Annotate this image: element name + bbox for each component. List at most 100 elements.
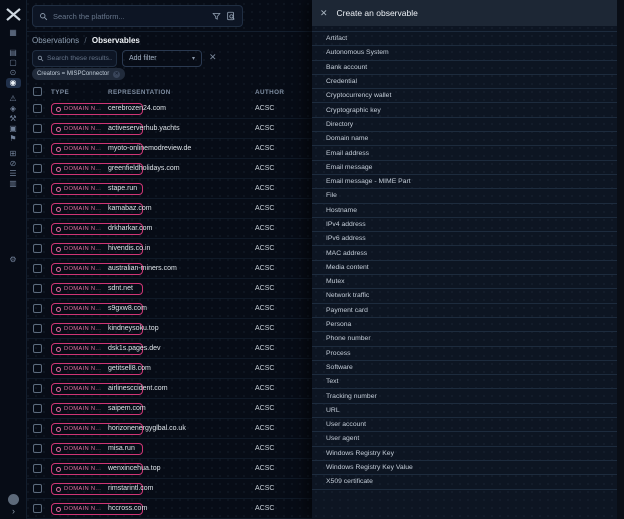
results-search-input[interactable] xyxy=(47,55,112,62)
observable-type-option[interactable]: Email message - MIME Part xyxy=(312,175,617,189)
sidebar-nav-item[interactable]: ◉ xyxy=(0,78,27,88)
table-row[interactable]: DOMAIN N... hccross.com ACSC xyxy=(27,499,312,519)
row-checkbox[interactable] xyxy=(33,344,42,353)
observable-type-option[interactable]: Process xyxy=(312,347,617,361)
row-checkbox[interactable] xyxy=(33,304,42,313)
global-search[interactable] xyxy=(32,5,243,27)
observable-type-option[interactable]: Cryptographic key xyxy=(312,103,617,117)
sidebar-nav-item[interactable]: ▦ xyxy=(0,28,27,38)
column-header-type[interactable]: TYPE xyxy=(51,86,69,99)
results-search[interactable] xyxy=(32,50,117,67)
observable-type-option[interactable]: URL xyxy=(312,404,617,418)
table-row[interactable]: DOMAIN N... dsk1s.pages.dev ACSC xyxy=(27,339,312,359)
observable-type-option[interactable]: Software xyxy=(312,361,617,375)
observable-type-option[interactable]: User account xyxy=(312,418,617,432)
observable-type-option[interactable]: Windows Registry Key xyxy=(312,447,617,461)
observable-type-option[interactable]: File xyxy=(312,189,617,203)
row-checkbox[interactable] xyxy=(33,124,42,133)
table-row[interactable]: DOMAIN N... saipem.com ACSC xyxy=(27,399,312,419)
sidebar-nav-item[interactable]: ▣ xyxy=(0,124,27,134)
observable-type-option[interactable]: Phone number xyxy=(312,332,617,346)
row-checkbox[interactable] xyxy=(33,164,42,173)
table-row[interactable]: DOMAIN N... s9gxw8.com ACSC xyxy=(27,299,312,319)
table-row[interactable]: DOMAIN N... activeserverhub.yachts ACSC xyxy=(27,119,312,139)
row-checkbox[interactable] xyxy=(33,184,42,193)
sidebar-nav-item[interactable]: ⊞ xyxy=(0,149,27,159)
filter-chip-close-icon[interactable]: ✕ xyxy=(113,71,120,78)
observable-type-option[interactable]: Domain name xyxy=(312,132,617,146)
observable-type-option[interactable]: Email message xyxy=(312,161,617,175)
observable-type-option[interactable]: Bank account xyxy=(312,61,617,75)
close-icon[interactable]: ✕ xyxy=(320,9,328,18)
row-checkbox[interactable] xyxy=(33,444,42,453)
sidebar-nav-item[interactable]: ▢ xyxy=(0,58,27,68)
table-row[interactable]: DOMAIN N... getitsell8.com ACSC xyxy=(27,359,312,379)
observable-type-option[interactable]: Directory xyxy=(312,118,617,132)
sidebar-nav-item[interactable]: ☰ xyxy=(0,169,27,179)
collapse-sidebar-icon[interactable]: › xyxy=(12,507,15,516)
table-row[interactable]: DOMAIN N... greenfieldholidays.com ACSC xyxy=(27,159,312,179)
filter-icon[interactable] xyxy=(212,12,221,21)
table-row[interactable]: DOMAIN N... airlinesccident.com ACSC xyxy=(27,379,312,399)
drawer-scrollbar[interactable] xyxy=(617,0,624,519)
observable-type-option[interactable]: Email address xyxy=(312,146,617,160)
row-checkbox[interactable] xyxy=(33,324,42,333)
select-all-checkbox[interactable] xyxy=(33,87,42,96)
table-row[interactable]: DOMAIN N... kindneysoku.top ACSC xyxy=(27,319,312,339)
column-header-representation[interactable]: REPRESENTATION xyxy=(108,86,171,99)
row-checkbox[interactable] xyxy=(33,364,42,373)
observable-type-option[interactable]: Windows Registry Key Value xyxy=(312,461,617,475)
sidebar-nav-item[interactable]: ⚑ xyxy=(0,134,27,144)
row-checkbox[interactable] xyxy=(33,144,42,153)
row-checkbox[interactable] xyxy=(33,464,42,473)
column-header-author[interactable]: AUTHOR xyxy=(255,86,284,99)
table-row[interactable]: DOMAIN N... kamabaz.com ACSC xyxy=(27,199,312,219)
table-row[interactable]: DOMAIN N... australian-miners.com ACSC xyxy=(27,259,312,279)
sidebar-nav-item[interactable]: ⊘ xyxy=(0,159,27,169)
add-filter-select[interactable]: Add filter ▾ xyxy=(122,50,202,67)
observable-type-option[interactable]: Text xyxy=(312,375,617,389)
row-checkbox[interactable] xyxy=(33,504,42,513)
observable-type-option[interactable]: Payment card xyxy=(312,304,617,318)
row-checkbox[interactable] xyxy=(33,244,42,253)
user-avatar[interactable] xyxy=(8,494,19,505)
sidebar-nav-item[interactable]: ⚒ xyxy=(0,114,27,124)
observable-type-option[interactable]: X509 certificate xyxy=(312,475,617,489)
table-row[interactable]: DOMAIN N... stape.run ACSC xyxy=(27,179,312,199)
row-checkbox[interactable] xyxy=(33,104,42,113)
observable-type-option[interactable]: Cryptocurrency wallet xyxy=(312,89,617,103)
observable-type-option[interactable]: IPv4 address xyxy=(312,218,617,232)
row-checkbox[interactable] xyxy=(33,204,42,213)
table-row[interactable]: DOMAIN N... hivendis.co.in ACSC xyxy=(27,239,312,259)
row-checkbox[interactable] xyxy=(33,424,42,433)
clear-filters-icon[interactable]: ✕ xyxy=(209,53,217,62)
observable-type-option[interactable]: Credential xyxy=(312,75,617,89)
table-row[interactable]: DOMAIN N... sdnt.net ACSC xyxy=(27,279,312,299)
row-checkbox[interactable] xyxy=(33,484,42,493)
sidebar-nav-item[interactable]: ◈ xyxy=(0,104,27,114)
sidebar-nav-item[interactable]: ⊙ xyxy=(0,68,27,78)
row-checkbox[interactable] xyxy=(33,384,42,393)
observable-type-option[interactable]: Hostname xyxy=(312,204,617,218)
observable-type-option[interactable]: Mutex xyxy=(312,275,617,289)
table-row[interactable]: DOMAIN N... misa.run ACSC xyxy=(27,439,312,459)
observable-type-option[interactable]: Network traffic xyxy=(312,289,617,303)
observable-type-option[interactable]: Autonomous System xyxy=(312,46,617,60)
table-row[interactable]: DOMAIN N... rimstarintl.com ACSC xyxy=(27,479,312,499)
sidebar-nav-item[interactable]: ▥ xyxy=(0,179,27,189)
observable-type-option[interactable]: Media content xyxy=(312,261,617,275)
table-row[interactable]: DOMAIN N... cerebrozen24.com ACSC xyxy=(27,99,312,119)
global-search-input[interactable] xyxy=(53,12,207,21)
observable-type-option[interactable]: Tracking number xyxy=(312,389,617,403)
row-checkbox[interactable] xyxy=(33,284,42,293)
opencti-logo-icon[interactable] xyxy=(0,0,26,28)
observable-type-option[interactable]: Artifact xyxy=(312,32,617,46)
breadcrumb-observations[interactable]: Observations xyxy=(32,36,79,45)
table-row[interactable]: DOMAIN N... horizonenergyglbal.co.uk ACS… xyxy=(27,419,312,439)
row-checkbox[interactable] xyxy=(33,404,42,413)
row-checkbox[interactable] xyxy=(33,224,42,233)
filter-chip[interactable]: Creators = MISPConnector ✕ xyxy=(32,68,125,80)
observable-type-option[interactable]: IPv6 address xyxy=(312,232,617,246)
table-row[interactable]: DOMAIN N... drkharkar.com ACSC xyxy=(27,219,312,239)
sidebar-nav-item[interactable]: ▤ xyxy=(0,48,27,58)
